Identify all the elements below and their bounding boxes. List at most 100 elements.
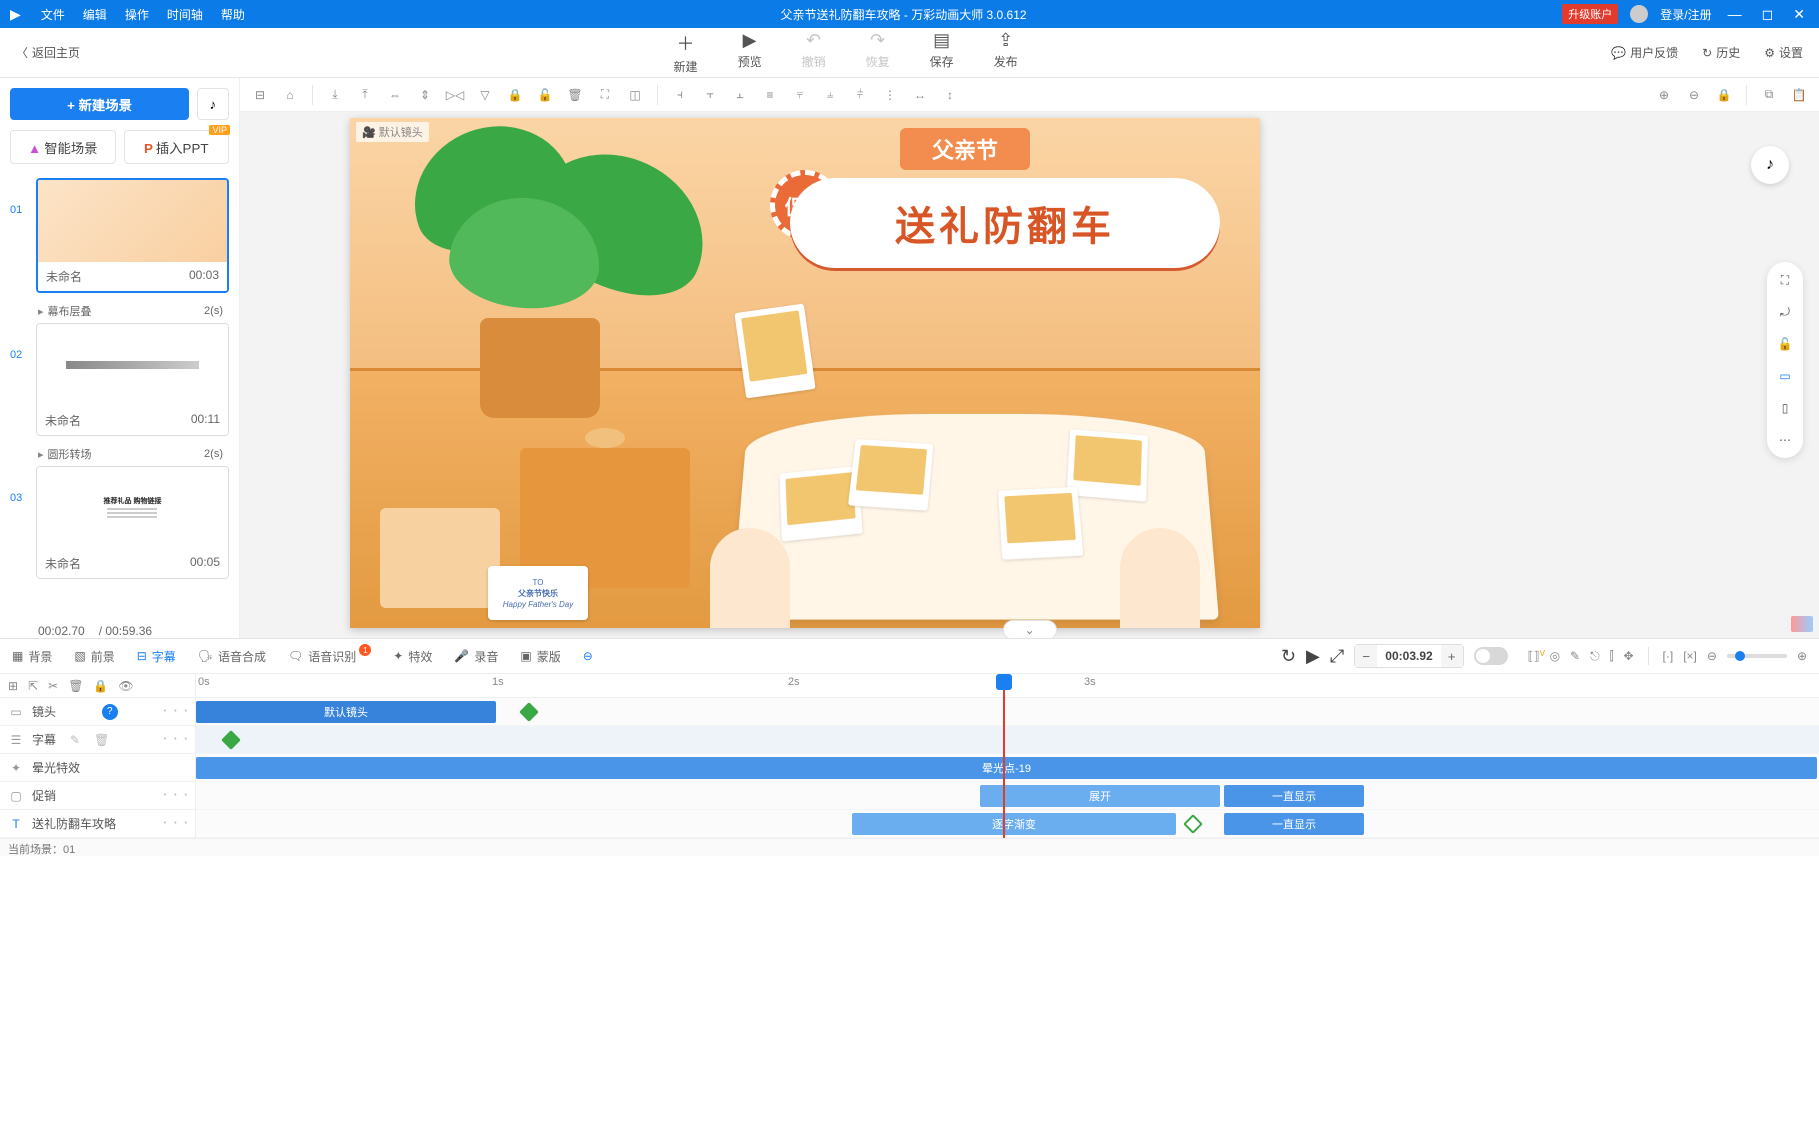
track-guide[interactable]: 逐字渐变 一直显示 <box>196 810 1819 838</box>
tab-asr[interactable]: 🗨语音识别1 <box>288 648 371 665</box>
menu-file[interactable]: 文件 <box>41 6 65 23</box>
align-bottom2-icon[interactable]: ⫩ <box>848 83 872 107</box>
edit-icon[interactable]: ✎ <box>1570 649 1580 663</box>
tab-more[interactable]: ⊖ <box>583 649 593 663</box>
login-button[interactable]: 登录/注册 <box>1660 6 1711 23</box>
distribute-h-icon[interactable]: ≡ <box>758 83 782 107</box>
space-v-icon[interactable]: ↕ <box>938 83 962 107</box>
close-icon[interactable]: ✕ <box>1789 6 1809 23</box>
track-lightfx[interactable]: 晕光点-19 <box>196 754 1819 782</box>
bracket-left-icon[interactable]: [·] <box>1663 649 1674 663</box>
flip-h-icon[interactable]: ▷◁ <box>443 83 467 107</box>
tab-fx[interactable]: ✦特效 <box>393 648 432 665</box>
space-h-icon[interactable]: ↔ <box>908 83 932 107</box>
export-track-icon[interactable]: ⇱ <box>28 679 38 693</box>
align-right-icon[interactable]: ⫠ <box>728 83 752 107</box>
link-icon[interactable]: ⎋ <box>1590 649 1600 664</box>
new-button[interactable]: ＋新建 <box>674 30 698 75</box>
clip-always-show[interactable]: 一直显示 <box>1224 785 1364 807</box>
tab-foreground[interactable]: ▧前景 <box>74 648 114 665</box>
zoom-in-icon[interactable]: ⊕ <box>1652 83 1676 107</box>
scene-card[interactable]: 推荐礼品 购物链接 未命名 00:05 <box>36 466 229 579</box>
keyframe-diamond[interactable] <box>519 702 539 722</box>
upgrade-button[interactable]: 升级账户 <box>1562 4 1618 24</box>
history-button[interactable]: ↻历史 <box>1702 44 1740 61</box>
canvas-area[interactable]: 🎥默认镜头 父亲节 <box>240 112 1819 638</box>
time-increment[interactable]: + <box>1441 645 1463 667</box>
visibility-icon[interactable]: 👁 <box>118 679 133 693</box>
canvas[interactable]: 🎥默认镜头 父亲节 <box>350 118 1260 628</box>
maximize-icon[interactable]: ◻ <box>1758 6 1778 23</box>
delete-icon[interactable]: 🗑 <box>563 83 587 107</box>
preview-button[interactable]: ▶预览 <box>738 30 762 75</box>
align-bottom-icon[interactable]: ⤓ <box>323 83 347 107</box>
redo-button[interactable]: ↷恢复 <box>866 30 890 75</box>
align-left-icon[interactable]: ⫞ <box>668 83 692 107</box>
zoom-out-tl-icon[interactable]: ⊖ <box>1707 649 1717 663</box>
expand-button[interactable]: ⤢ <box>1330 646 1344 667</box>
menu-timeline[interactable]: 时间轴 <box>167 6 203 23</box>
menu-operate[interactable]: 操作 <box>125 6 149 23</box>
del-icon[interactable]: 🗑 <box>94 733 109 747</box>
split-icon[interactable]: ✂ <box>48 679 58 693</box>
insert-ppt-button[interactable]: P插入PPTVIP <box>124 130 230 164</box>
feedback-button[interactable]: 💬用户反馈 <box>1611 44 1678 61</box>
tab-tts[interactable]: 🗣语音合成 <box>198 648 266 665</box>
save-button[interactable]: ▤保存 <box>930 30 954 75</box>
crop-icon[interactable]: ⛶ <box>593 83 617 107</box>
clip-expand[interactable]: 展开 <box>980 785 1220 807</box>
clip-char-fade[interactable]: 逐字渐变 <box>852 813 1176 835</box>
align-hcenter-icon[interactable]: ⇔ <box>383 83 407 107</box>
bracket-right-icon[interactable]: [×] <box>1683 649 1697 663</box>
help-icon[interactable]: ? <box>102 704 118 720</box>
tab-mask[interactable]: ▣蒙版 <box>520 648 560 665</box>
scene-item[interactable]: 02 未命名 00:11 <box>10 323 229 436</box>
filter-icon[interactable]: ⫿ <box>1610 649 1614 664</box>
zoom-out-icon[interactable]: ⊖ <box>1682 83 1706 107</box>
measure-icon[interactable]: ⊟ <box>248 83 272 107</box>
tab-subtitle[interactable]: ⊟字幕 <box>137 648 176 665</box>
scene-item[interactable]: 01 未命名 00:03 <box>10 178 229 293</box>
settings-button[interactable]: ⚙设置 <box>1764 44 1803 61</box>
keyframe-diamond[interactable] <box>221 730 241 750</box>
zoom-slider[interactable] <box>1727 654 1787 658</box>
align-top2-icon[interactable]: ⫧ <box>788 83 812 107</box>
scene-item[interactable]: 03 推荐礼品 购物链接 未命名 00:05 <box>10 466 229 579</box>
smart-scene-button[interactable]: ▲智能场景 <box>10 130 116 164</box>
toggle-switch[interactable] <box>1474 647 1508 665</box>
scene-card[interactable]: 未命名 00:11 <box>36 323 229 436</box>
avatar-icon[interactable] <box>1630 5 1648 23</box>
paste-icon[interactable]: 📋 <box>1787 83 1811 107</box>
unlock-icon[interactable]: 🔓 <box>533 83 557 107</box>
transition-row[interactable]: ▸幕布层叠 2(s) <box>10 299 229 323</box>
menu-help[interactable]: 帮助 <box>221 6 245 23</box>
music-button[interactable]: ♪ <box>197 88 229 120</box>
lock-view-icon[interactable]: 🔒 <box>1712 83 1736 107</box>
music-fab[interactable]: ♪ <box>1751 146 1789 184</box>
clip-always-show-2[interactable]: 一直显示 <box>1224 813 1364 835</box>
play-button[interactable]: ▶ <box>1306 646 1320 667</box>
fullscreen-icon[interactable]: ⛶ <box>1775 270 1795 290</box>
marker-icon[interactable]: ✥ <box>1623 649 1633 663</box>
track-label-camera[interactable]: ▭镜头?••• <box>0 698 195 726</box>
distribute-icon[interactable]: ◫ <box>623 83 647 107</box>
lock-track-icon[interactable]: 🔒 <box>93 679 108 693</box>
copy-icon[interactable]: ⧉ <box>1757 83 1781 107</box>
distribute-v-icon[interactable]: ⋮ <box>878 83 902 107</box>
track-label-promo[interactable]: ▢促销••• <box>0 782 195 810</box>
minimize-icon[interactable]: — <box>1724 6 1746 22</box>
tab-background[interactable]: ▦背景 <box>12 648 52 665</box>
track-label-guide[interactable]: T送礼防翻车攻略••• <box>0 810 195 838</box>
rewind-button[interactable]: ↻ <box>1281 646 1296 667</box>
back-button[interactable]: 〈 返回主页 <box>16 44 80 61</box>
time-stepper[interactable]: − 00:03.92 + <box>1354 644 1463 668</box>
flip-v-icon[interactable]: ▽ <box>473 83 497 107</box>
zoom-in-tl-icon[interactable]: ⊕ <box>1797 649 1807 663</box>
track-subtitle[interactable] <box>196 726 1819 754</box>
track-camera[interactable]: 默认镜头 <box>196 698 1819 726</box>
time-decrement[interactable]: − <box>1355 645 1377 667</box>
transition-row[interactable]: ▸圆形转场 2(s) <box>10 442 229 466</box>
scene-card[interactable]: 未命名 00:03 <box>36 178 229 293</box>
publish-button[interactable]: ⇪发布 <box>994 30 1018 75</box>
keyframe-diamond[interactable] <box>1183 814 1203 834</box>
